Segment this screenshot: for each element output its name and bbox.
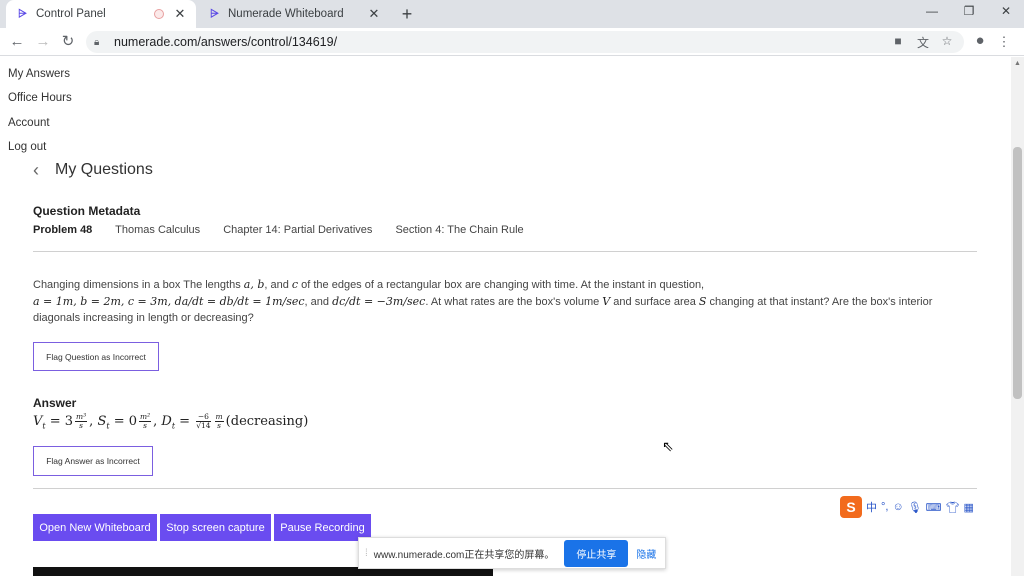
question-text: Changing dimensions in a box The lengths…	[33, 277, 977, 327]
answer-note: (decreasing)	[225, 414, 309, 429]
sidebar-item-account[interactable]: Account	[8, 117, 50, 129]
ime-toolbar[interactable]: S 中 °, ☺ 🎙︎ ⌨ 👕︎ ▦	[840, 496, 1008, 518]
stop-sharing-button[interactable]: 停止共享	[564, 539, 629, 567]
frac-den: s	[143, 421, 147, 430]
flag-answer-button[interactable]: Flag Answer as Incorrect	[33, 446, 153, 476]
sidebar-item-my-answers[interactable]: My Answers	[8, 68, 70, 80]
flag-question-button[interactable]: Flag Question as Incorrect	[33, 342, 159, 371]
restore-button[interactable]: ❐	[961, 4, 977, 18]
keyboard-icon[interactable]: ⌨	[926, 501, 942, 514]
menu-kebab-icon[interactable]: ⋮	[995, 34, 1013, 50]
math-inline: dc/dt = −3m/sec	[332, 294, 426, 308]
tab-strip: ⩥ Control Panel ✕ ⩥ Numerade Whiteboard …	[0, 0, 1024, 28]
chapter-title: Chapter 14: Partial Derivatives	[223, 224, 373, 236]
math-fraction: m² s	[139, 413, 152, 430]
math-var: V	[33, 414, 43, 429]
math-sub: t	[171, 421, 176, 431]
back-arrow-icon[interactable]: ←	[7, 32, 27, 52]
math-fraction: m³ s	[75, 413, 88, 430]
metadata-heading: Question Metadata	[33, 204, 141, 218]
ime-mode[interactable]: 中	[866, 499, 877, 515]
answer-heading: Answer	[33, 396, 77, 410]
question-text-part: and surface area	[610, 295, 699, 308]
minimize-button[interactable]: —	[924, 4, 940, 18]
translate-icon[interactable]: 文	[915, 34, 931, 51]
emoji-icon[interactable]: ☺	[892, 501, 903, 513]
bookmark-star-icon[interactable]: ☆	[939, 34, 955, 48]
sogou-logo-icon[interactable]: S	[840, 496, 862, 518]
hide-banner-link[interactable]: 隐藏	[636, 546, 656, 561]
skin-icon[interactable]: 👕︎	[946, 501, 960, 514]
chevron-left-icon[interactable]: ‹	[33, 160, 39, 181]
forward-arrow-icon[interactable]: →	[33, 32, 53, 52]
lock-icon: 🔒︎	[94, 36, 100, 48]
frac-den: √14	[196, 421, 211, 430]
math-eq: = 0	[109, 414, 137, 429]
question-text-part: , and	[264, 279, 292, 291]
profile-avatar-icon[interactable]: ●	[971, 32, 989, 49]
mouse-cursor-icon: ⇖	[662, 438, 674, 454]
tab-numerade-whiteboard[interactable]: ⩥ Numerade Whiteboard ✕	[198, 0, 390, 28]
tab-title: Numerade Whiteboard	[228, 8, 344, 20]
frac-den: s	[79, 421, 84, 430]
answer-math: Vt = 3 m³ s, St = 0 m² s, Dt = −6 √14 m s (decre…	[33, 412, 309, 431]
math-eq: = 3	[45, 414, 74, 429]
drag-handle-icon[interactable]: ⁞	[365, 548, 368, 559]
frac-den: s	[217, 421, 222, 430]
book-title: Thomas Calculus	[115, 224, 201, 236]
math-fraction: −6 √14	[196, 413, 211, 430]
new-tab-button[interactable]: +	[397, 4, 417, 25]
tab-control-panel[interactable]: ⩥ Control Panel ✕	[6, 0, 196, 28]
close-icon[interactable]: ✕	[366, 6, 382, 22]
address-bar[interactable]: 🔒︎ numerade.com/answers/control/134619/ …	[86, 31, 964, 53]
tab-title: Control Panel	[36, 8, 106, 20]
scroll-up-icon[interactable]: ▲	[1013, 60, 1022, 67]
url-text: numerade.com/answers/control/134619/	[114, 35, 338, 49]
divider	[33, 251, 977, 252]
recording-icon	[154, 9, 164, 19]
question-text-part: , and	[304, 295, 333, 308]
sidebar-item-office-hours[interactable]: Office Hours	[8, 92, 72, 104]
camera-icon[interactable]: ■	[890, 34, 906, 48]
math-var: S	[97, 414, 107, 429]
scroll-thumb[interactable]	[1013, 147, 1022, 399]
math-fraction: ms	[214, 413, 224, 430]
question-text-part: of the edges of a rectangular box are ch…	[298, 279, 705, 291]
share-message: www.numerade.com正在共享您的屏幕。	[373, 549, 555, 561]
question-text-part: Changing dimensions in a box The lengths	[33, 279, 244, 291]
grid-menu-icon[interactable]: ▦	[964, 501, 974, 514]
screen-share-banner: ⁞ www.numerade.com正在共享您的屏幕。 停止共享 隐藏	[358, 537, 666, 569]
divider	[33, 488, 977, 489]
window-close-button[interactable]: ✕	[998, 4, 1014, 18]
math-inline: a, b	[243, 278, 265, 291]
microphone-icon[interactable]: 🎙︎	[908, 501, 922, 514]
sidebar-item-log-out[interactable]: Log out	[8, 141, 46, 153]
close-icon[interactable]: ✕	[172, 6, 188, 22]
pause-recording-button[interactable]: Pause Recording	[274, 514, 371, 541]
question-text-part: . At what rates are the box's volume	[425, 295, 603, 308]
browser-toolbar: ← → ↻ 🔒︎ numerade.com/answers/control/13…	[0, 28, 1024, 56]
page-scrollbar[interactable]: ▲	[1011, 57, 1024, 576]
open-whiteboard-button[interactable]: Open New Whiteboard	[33, 514, 157, 541]
stop-capture-button[interactable]: Stop screen capture	[160, 514, 271, 541]
section-title: Section 4: The Chain Rule	[395, 224, 524, 236]
numerade-logo-icon: ⩥	[18, 8, 27, 20]
numerade-logo-icon: ⩥	[210, 8, 219, 20]
page-title: My Questions	[55, 161, 153, 178]
metadata-row: Problem 48 Thomas Calculus Chapter 14: P…	[33, 224, 544, 236]
math-inline: a = 1m, b = 2m, c = 3m, da/dt = db/dt = …	[33, 294, 305, 308]
reload-icon[interactable]: ↻	[58, 32, 78, 52]
punctuation-icon[interactable]: °,	[881, 501, 888, 513]
problem-number: Problem 48	[33, 224, 93, 236]
math-var: D	[161, 414, 172, 429]
